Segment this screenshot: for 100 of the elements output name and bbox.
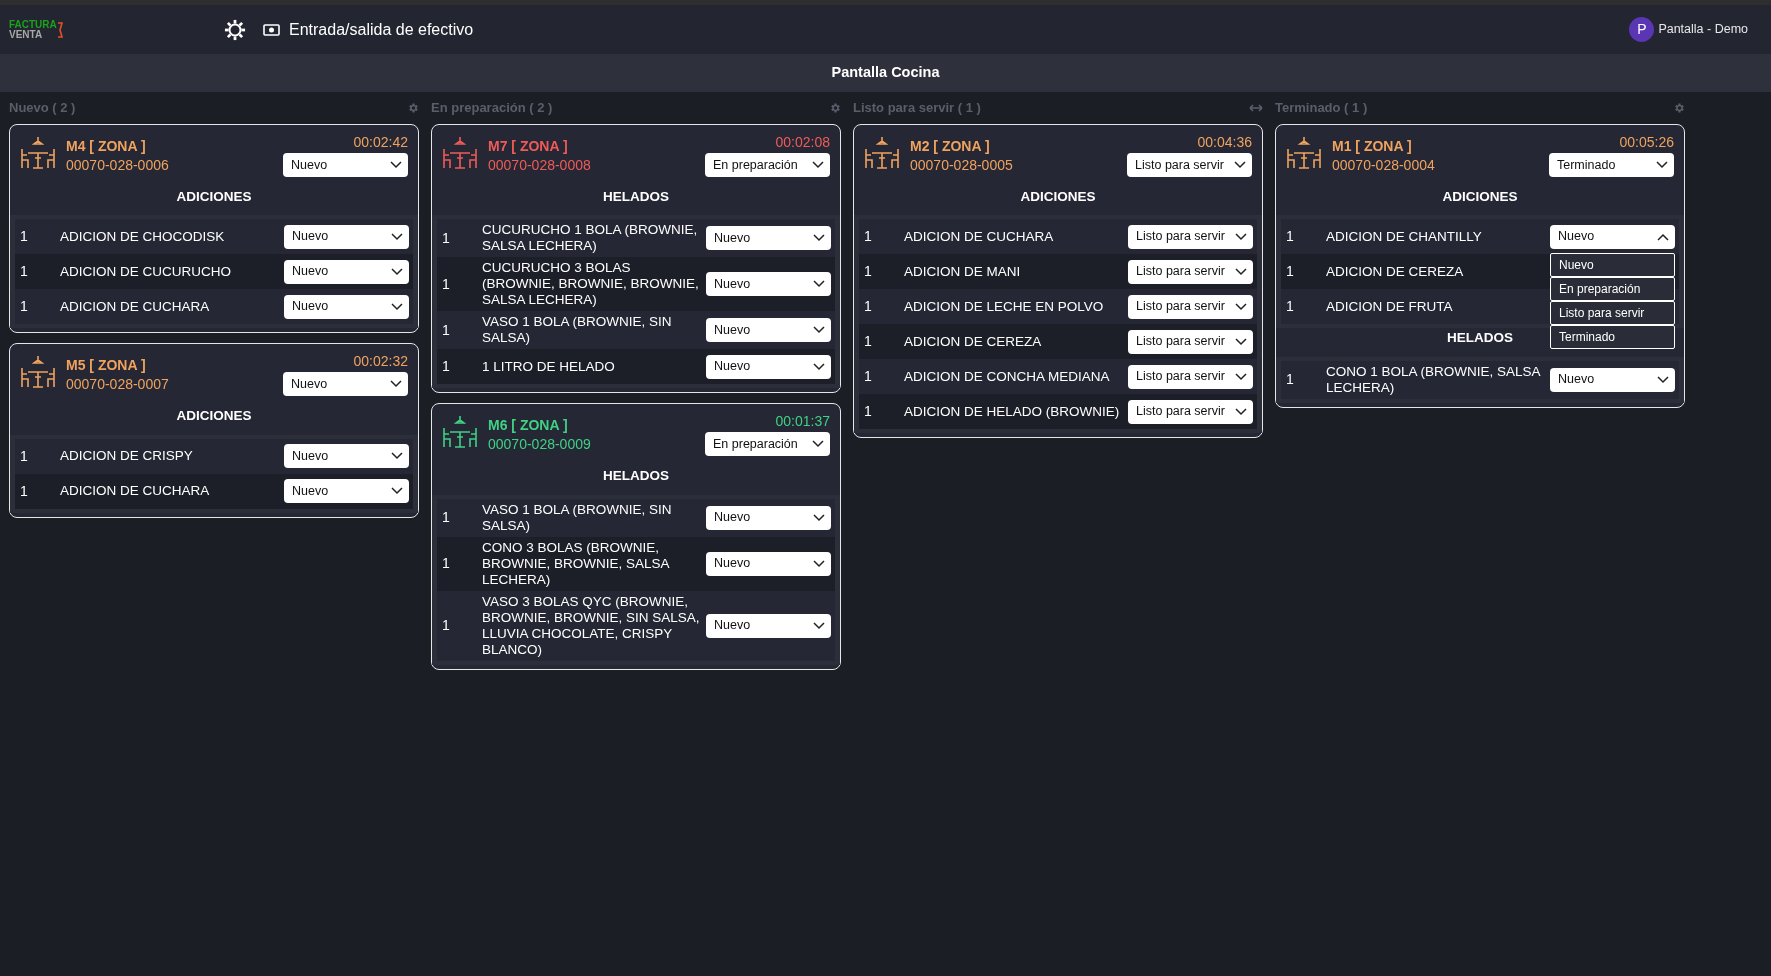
menu-option[interactable]: Listo para servir (1550, 300, 1675, 325)
item-quantity: 1 (441, 508, 451, 527)
chevron-down-icon (391, 452, 403, 460)
order-number: 00070-028-0009 (488, 435, 592, 455)
item-name: ADICION DE CUCHARA (904, 228, 1055, 245)
status-select[interactable]: Nuevo (706, 551, 831, 576)
item-name: ADICION DE CHOCODISK (60, 228, 226, 245)
menu-option[interactable]: Nuevo (1550, 252, 1675, 277)
chevron-up-icon (1657, 232, 1669, 241)
elapsed-time: 00:01:37 (775, 412, 830, 431)
status-select[interactable]: Terminado (1549, 153, 1674, 177)
user-avatar: P (1629, 17, 1655, 42)
chevron-down-icon (1656, 161, 1668, 169)
chevron-down-icon (1235, 232, 1247, 241)
item-quantity: 1 (1285, 370, 1295, 389)
settings-icon[interactable] (407, 102, 419, 114)
status-select[interactable]: Nuevo (1550, 367, 1675, 392)
item-quantity: 1 (441, 274, 451, 294)
chevron-down-icon (391, 302, 403, 311)
status-select[interactable]: Nuevo (706, 272, 831, 297)
chevron-down-icon (813, 559, 825, 568)
section-title: HELADOS (603, 467, 669, 486)
status-select[interactable]: Listo para servir (1128, 224, 1253, 249)
item-quantity: 1 (19, 481, 29, 501)
chevron-down-icon (813, 326, 825, 335)
order-number: 00070-028-0004 (1332, 156, 1436, 175)
status-select[interactable]: Nuevo (284, 294, 409, 319)
column-title: En preparación ( 2 ) (431, 99, 553, 118)
chevron-down-icon (813, 362, 825, 371)
chevron-down-icon (813, 234, 825, 243)
order-number: 00070-028-0007 (66, 375, 170, 395)
status-select[interactable]: Nuevo (283, 153, 408, 177)
chevron-down-icon (813, 280, 825, 289)
column-title: Terminado ( 1 ) (1275, 99, 1368, 118)
elapsed-time: 00:02:42 (353, 133, 408, 151)
cash-flow-link[interactable]: Entrada/salida de efectivo (263, 17, 474, 42)
item-quantity: 1 (863, 297, 873, 317)
status-select[interactable]: En preparación (705, 432, 830, 457)
status-select[interactable]: Nuevo (706, 226, 831, 251)
item-name: ADICION DE CRISPY (60, 448, 194, 464)
status-select[interactable]: Listo para servir (1128, 399, 1253, 424)
chevron-down-icon (1657, 375, 1669, 384)
item-quantity: 1 (19, 297, 29, 317)
horizontal-arrows-icon[interactable] (1249, 104, 1263, 112)
status-select[interactable]: Nuevo (706, 354, 831, 379)
status-select[interactable]: Listo para servir (1128, 329, 1253, 354)
order-number: 00070-028-0008 (488, 156, 592, 175)
status-select[interactable]: Nuevo (706, 613, 831, 638)
menu-option[interactable]: En preparación (1550, 276, 1675, 301)
item-quantity: 1 (863, 367, 873, 387)
table-label: M7 [ ZONA ] (488, 137, 569, 155)
chevron-down-icon (813, 513, 825, 522)
item-quantity: 1 (19, 262, 29, 282)
chevron-down-icon (813, 621, 825, 630)
status-select[interactable]: Listo para servir (1128, 294, 1253, 319)
item-quantity: 1 (441, 320, 451, 340)
status-select[interactable]: Listo para servir (1127, 153, 1252, 177)
status-select[interactable]: Listo para servir (1128, 259, 1253, 284)
user-menu[interactable]: P Pantalla - Demo (1629, 17, 1748, 42)
menu-option[interactable]: Terminado (1550, 324, 1675, 349)
sun-icon[interactable] (224, 18, 246, 41)
chevron-down-icon (812, 161, 824, 169)
item-quantity: 1 (19, 227, 29, 247)
status-select[interactable]: Nuevo (284, 444, 409, 468)
status-select[interactable]: Listo para servir (1128, 364, 1253, 389)
status-select[interactable]: Nuevo (283, 372, 408, 397)
settings-icon[interactable] (1673, 102, 1685, 114)
item-name: ADICION DE CUCHARA (60, 298, 211, 315)
elapsed-time: 00:02:32 (353, 352, 408, 371)
status-select[interactable]: Nuevo (284, 479, 409, 503)
elapsed-time: 00:02:08 (775, 133, 830, 151)
status-select[interactable]: Nuevo (284, 224, 409, 249)
status-select[interactable]: Nuevo (706, 505, 831, 530)
status-select[interactable]: Nuevo (284, 259, 409, 284)
item-quantity: 1 (441, 616, 451, 635)
chevron-down-icon (1235, 267, 1247, 276)
item-name: VASO 3 BOLAS QYC (BROWNIE, BROWNIE, BROWNIE, SIN SALSA, LLUVIA CHOCOLATE, CRISPY BLANCO) (482, 593, 701, 658)
chevron-down-icon (391, 487, 403, 495)
column-title: Nuevo ( 2 ) (9, 99, 76, 118)
section-title: ADICIONES (1442, 188, 1518, 206)
item-name: CUCURUCHO 1 BOLA (BROWNIE, SALSA LECHERA) (482, 222, 699, 255)
item-quantity: 1 (1285, 297, 1295, 317)
status-select[interactable]: Nuevo (706, 318, 831, 343)
status-select[interactable]: En preparación (705, 153, 830, 177)
item-quantity: 1 (441, 357, 451, 377)
order-number: 00070-028-0006 (66, 156, 170, 175)
settings-icon[interactable] (829, 102, 841, 114)
section-title: ADICIONES (1020, 188, 1096, 206)
item-quantity: 1 (441, 228, 451, 248)
chevron-down-icon (391, 232, 403, 241)
chevron-down-icon (1235, 372, 1247, 381)
item-quantity: 1 (863, 402, 873, 422)
logo: FACTURA VENTA (9, 19, 69, 40)
chevron-down-icon (391, 267, 403, 276)
item-quantity: 1 (19, 446, 29, 466)
item-name: ADICION DE LECHE EN POLVO (904, 298, 1105, 315)
status-select[interactable]: Nuevo (1550, 224, 1675, 249)
item-quantity: 1 (1285, 227, 1295, 247)
section-title: HELADOS (603, 188, 669, 206)
item-name: ADICION DE CEREZA (1326, 263, 1465, 280)
